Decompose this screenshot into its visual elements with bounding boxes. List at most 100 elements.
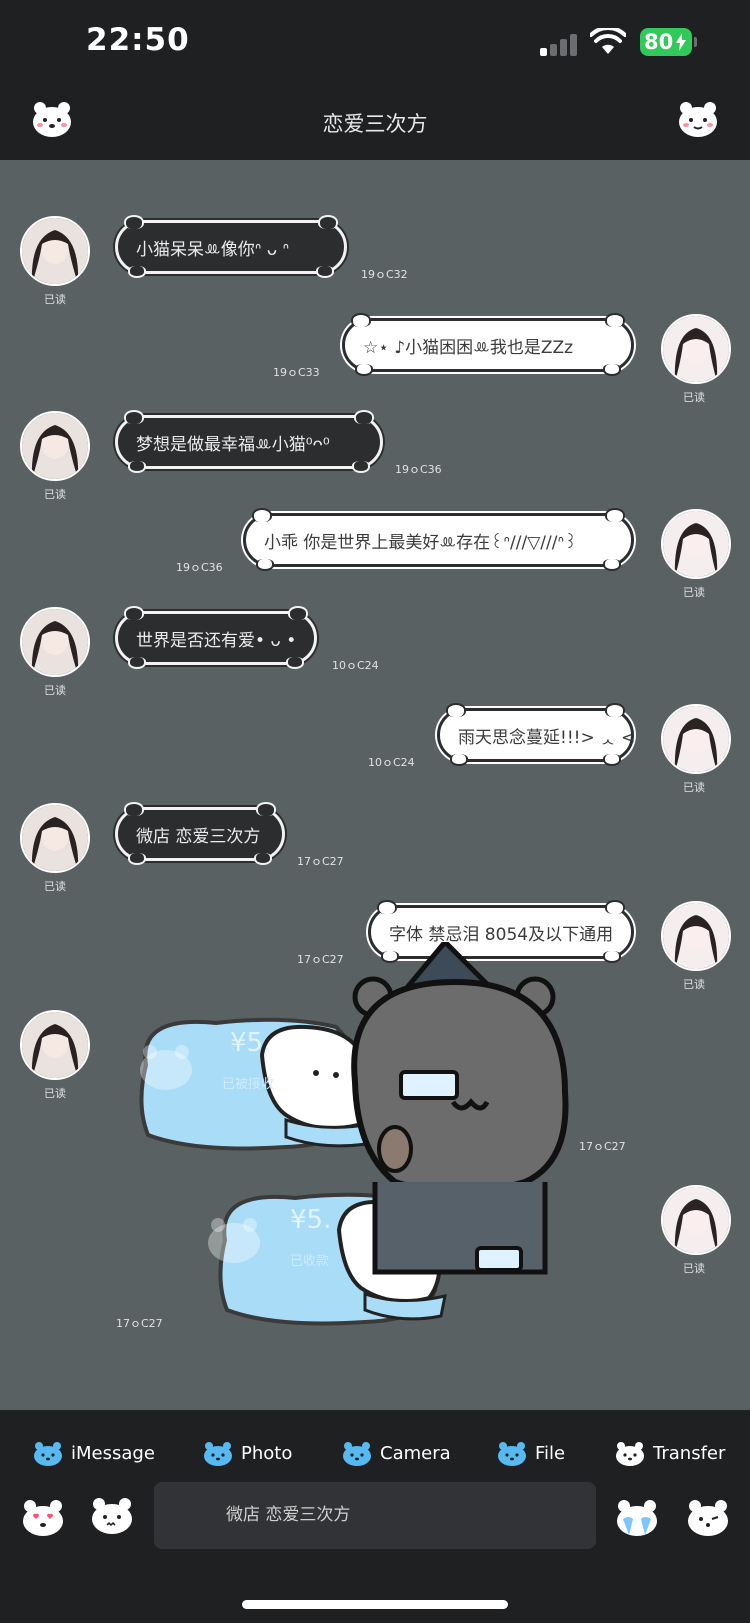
bubble-decoration [286,657,304,669]
bubble-decoration [256,802,276,816]
faded-bear-icon [140,1045,192,1090]
battery-level: 80 [644,30,674,54]
bubble-decoration [318,215,338,229]
bubble-decoration [128,853,146,865]
cellular-signal-icon [540,34,580,56]
tool-imessage[interactable]: iMessage [33,1433,155,1473]
contact-avatar[interactable] [20,1010,90,1080]
tool-label: Camera [380,1442,451,1464]
message-text: 小猫呆呆ꔛ像你ᐢ ᴗ ᐢ [136,240,290,260]
read-receipt: 已读 [683,1262,705,1275]
my-avatar[interactable] [661,901,731,971]
bottom-toolbar: iMessage Photo Camera File Transfer 微店 恋爱三次方 [0,1410,750,1623]
bubble-decoration [603,754,621,766]
bear-tool-icon [616,1442,644,1466]
tool-camera[interactable]: Camera [342,1433,451,1473]
tool-label: File [535,1442,566,1464]
bubble-decoration [603,951,621,963]
bubble-decoration [124,606,144,620]
home-indicator[interactable] [242,1600,508,1609]
contact-avatar[interactable] [20,216,90,286]
message-text: ☆⋆ ♪小猫困困ꔛ我也是ZZz [363,338,574,358]
bear-menu-button-icon[interactable] [677,99,719,139]
contact-avatar[interactable] [20,411,90,481]
transfer-status: 已收款 [290,1254,330,1269]
message-text: 微店 恋爱三次方 [136,827,261,847]
message-text: 梦想是做最幸福ꔛ小猫⁰ᴖ⁰ [136,435,330,455]
bubble-decoration [450,754,468,766]
timestamp: 17ｏC27 [297,855,344,868]
read-receipt: 已读 [44,488,66,501]
tool-label: Photo [241,1442,293,1464]
timestamp: 19ｏC36 [176,561,223,574]
bubble-decoration [605,703,625,717]
timestamp: 10ｏC24 [332,659,379,672]
tool-label: iMessage [71,1442,155,1464]
message-input[interactable]: 微店 恋爱三次方 [154,1482,596,1549]
bear-tool-icon [34,1442,62,1466]
message-bubble[interactable]: 小猫呆呆ꔛ像你ᐢ ᴗ ᐢ [115,215,347,278]
bubble-decoration [316,266,334,278]
status-bar: 22:50 80 [0,0,750,90]
my-avatar[interactable] [661,509,731,579]
tool-file[interactable]: File [497,1433,565,1473]
timestamp: 19ｏC33 [273,366,320,379]
bear-tool-icon [343,1442,371,1466]
timestamp: 19ｏC36 [395,463,442,476]
bubble-decoration [352,461,370,473]
bubble-decoration [355,364,373,376]
bubble-decoration [254,853,272,865]
timestamp: 10ｏC24 [368,756,415,769]
read-receipt: 已读 [44,293,66,306]
contact-avatar[interactable] [20,803,90,873]
heart-eyes-bear-icon[interactable] [21,1497,65,1537]
bubble-decoration [354,410,374,424]
message-bubble[interactable]: 世界是否还有爱• ᴗ • [115,606,317,669]
message-text: 小乖 你是世界上最美好ꔛ存在꒰ᐢ///▽///ᐢ꒱ [264,533,578,553]
winking-bear-icon[interactable] [686,1497,730,1537]
my-avatar[interactable] [661,704,731,774]
bubble-decoration [124,802,144,816]
timestamp: 19ｏC32 [361,268,408,281]
message-text: 雨天思念蔓延!!!> ᆺ < [458,728,636,748]
bubble-decoration [124,215,144,229]
contact-avatar[interactable] [20,607,90,677]
timestamp: 17ｏC27 [116,1317,163,1330]
my-avatar[interactable] [661,1185,731,1255]
bubble-decoration [256,559,274,571]
tool-label: Transfer [653,1442,726,1464]
bubble-decoration [446,703,466,717]
message-text: 世界是否还有爱• ᴗ • [136,631,297,651]
bubble-decoration [124,410,144,424]
wifi-icon [590,28,626,54]
bubble-decoration [603,364,621,376]
read-receipt: 已读 [683,978,705,991]
grey-bear-sticker [351,942,569,1275]
faded-bear-icon [208,1218,260,1263]
read-receipt: 已读 [44,684,66,697]
transfer-amount: ¥5. [290,1205,332,1235]
message-bubble[interactable]: ☆⋆ ♪小猫困困ꔛ我也是ZZz [342,313,634,376]
scared-bear-icon[interactable] [90,1495,134,1535]
bubble-decoration [288,606,308,620]
message-bubble[interactable]: 梦想是做最幸福ꔛ小猫⁰ᴖ⁰ [115,410,383,473]
read-receipt: 已读 [683,391,705,404]
tool-transfer[interactable]: Transfer [615,1433,725,1473]
my-avatar[interactable] [661,314,731,384]
transfer-status: 已被接收 [222,1077,275,1092]
tool-photo[interactable]: Photo [203,1433,292,1473]
crying-bear-icon[interactable] [615,1497,659,1537]
battery-indicator: 80 [640,28,697,56]
read-receipt: 已读 [683,781,705,794]
chat-area[interactable]: 已读 小猫呆呆ꔛ像你ᐢ ᴗ ᐢ 19ｏC32 已读 ☆⋆ ♪小猫困困ꔛ我也是ZZz 19ｏ… [0,160,750,1410]
read-receipt: 已读 [44,880,66,893]
message-bubble[interactable]: 微店 恋爱三次方 [115,802,285,865]
read-receipt: 已读 [683,586,705,599]
message-bubble[interactable]: 小乖 你是世界上最美好ꔛ存在꒰ᐢ///▽///ᐢ꒱ [243,508,634,571]
message-bubble[interactable]: 雨天思念蔓延!!!> ᆺ < [437,703,636,766]
bubble-decoration [605,508,625,522]
bubble-decoration [603,559,621,571]
bubble-decoration [252,508,272,522]
bubble-decoration [351,313,371,327]
nav-bar: 恋爱三次方 [0,90,750,160]
